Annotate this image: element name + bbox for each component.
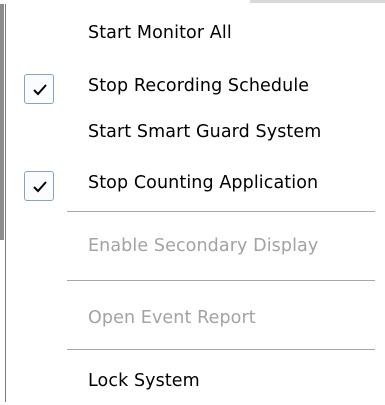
menu-item-label: Stop Recording Schedule: [88, 76, 310, 96]
menu-item-enable-secondary-display[interactable]: Enable Secondary Display: [6, 232, 378, 270]
window-edge: [250, 0, 385, 3]
menu-item-label: Enable Secondary Display: [88, 236, 319, 256]
menu-separator: [67, 349, 375, 351]
menu-item-open-event-report[interactable]: Open Event Report: [6, 304, 378, 342]
menu-item-label: Stop Counting Application: [88, 173, 319, 193]
menu-item-start-monitor-all[interactable]: Start Monitor All: [6, 19, 378, 57]
menu-item-label: Start Monitor All: [88, 23, 232, 43]
window-edge-left: [0, 4, 4, 240]
checkmark-icon: [24, 74, 54, 104]
menu-item-label: Open Event Report: [88, 308, 256, 328]
menu-item-start-smart-guard-system[interactable]: Start Smart Guard System: [6, 118, 378, 156]
context-menu: Start Monitor All Stop Recording Schedul…: [5, 4, 378, 402]
menu-item-label: Start Smart Guard System: [88, 122, 322, 142]
menu-item-stop-recording-schedule[interactable]: Stop Recording Schedule: [6, 72, 378, 110]
menu-item-stop-counting-application[interactable]: Stop Counting Application: [6, 169, 378, 207]
menu-item-lock-system[interactable]: Lock System: [6, 367, 378, 405]
checkmark-icon: [24, 171, 54, 201]
menu-item-label: Lock System: [88, 371, 200, 391]
menu-separator: [67, 280, 375, 282]
menu-separator: [67, 211, 375, 213]
